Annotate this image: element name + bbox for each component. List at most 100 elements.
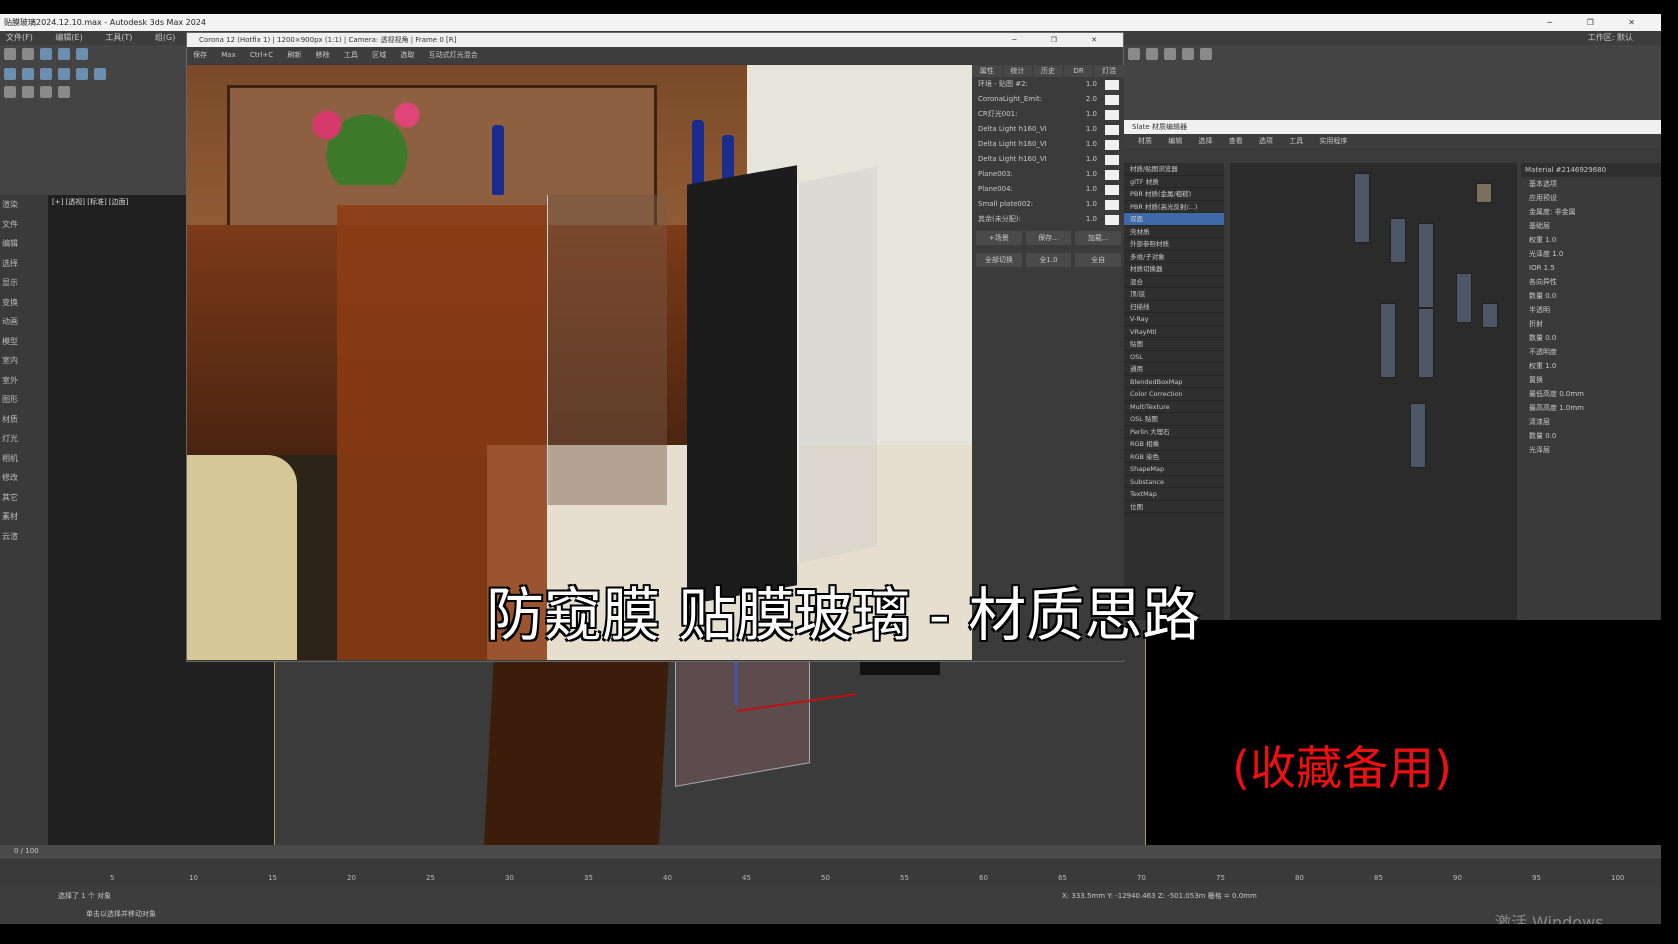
utilities-icon[interactable] [94, 68, 106, 80]
property-row[interactable]: 基础层 [1525, 219, 1661, 233]
render-max-button[interactable]: Max [221, 51, 235, 59]
material-node[interactable] [1410, 403, 1426, 468]
tab-stats[interactable]: 统计 [1002, 65, 1033, 77]
material-tool-icon[interactable] [1146, 48, 1158, 60]
material-node[interactable] [1390, 218, 1406, 263]
render-window-controls[interactable]: ─ ❐ ✕ [1012, 33, 1113, 47]
sidebar-item[interactable]: 渲染 [0, 195, 48, 215]
property-row[interactable]: 半透明 [1525, 303, 1661, 317]
light-value[interactable]: 1.0 [1086, 152, 1097, 167]
sidebar-item[interactable]: 相机 [0, 449, 48, 469]
property-row[interactable]: 光泽层 [1525, 443, 1661, 457]
lightmix-row[interactable]: 其余(未分配): 1.0 [972, 212, 1125, 227]
light-color-swatch[interactable] [1105, 215, 1119, 225]
light-color-swatch[interactable] [1105, 95, 1119, 105]
browser-item[interactable]: PBR 材质(高光反射/...) [1124, 201, 1224, 213]
tool-icon[interactable] [22, 86, 34, 98]
light-color-swatch[interactable] [1105, 170, 1119, 180]
light-value[interactable]: 1.0 [1086, 122, 1097, 137]
property-row[interactable]: 不透明度 [1525, 345, 1661, 359]
property-row[interactable]: 清漆层 [1525, 415, 1661, 429]
light-value[interactable]: 2.0 [1086, 92, 1097, 107]
property-row[interactable]: 最低高度 0.0mm [1525, 387, 1661, 401]
light-color-swatch[interactable] [1105, 200, 1119, 210]
browser-item[interactable]: 混合 [1124, 276, 1224, 288]
browser-item[interactable]: 贴图 [1124, 338, 1224, 351]
menu-file[interactable]: 文件(F) [6, 33, 33, 42]
browser-item[interactable]: glTF 材质 [1124, 176, 1224, 188]
browser-item[interactable]: VRayMtl [1124, 326, 1224, 338]
property-row[interactable]: 金属度: 非金属 [1525, 205, 1661, 219]
browser-item[interactable]: 多维/子对象 [1124, 251, 1224, 263]
save-lightmix-button[interactable]: 保存... [1025, 231, 1072, 245]
tab-history[interactable]: 历史 [1033, 65, 1063, 77]
select-icon[interactable] [76, 48, 88, 60]
light-value[interactable]: 1.0 [1086, 137, 1097, 152]
property-row[interactable]: 权重 1.0 [1525, 233, 1661, 247]
light-color-swatch[interactable] [1105, 125, 1119, 135]
property-row[interactable]: IOR 1.5 [1525, 261, 1661, 275]
sidebar-item[interactable]: 灯光 [0, 429, 48, 449]
browser-item[interactable]: RGB 相乘 [1124, 438, 1224, 451]
display-icon[interactable] [76, 68, 88, 80]
node-graph-view[interactable] [1230, 163, 1517, 620]
all-one-button[interactable]: 全1.0 [1025, 253, 1072, 267]
me-menu-options[interactable]: 选项 [1259, 137, 1273, 145]
undo-icon[interactable] [4, 48, 16, 60]
property-row[interactable]: 应用预设 [1525, 191, 1661, 205]
tool-icon[interactable] [58, 86, 70, 98]
browser-item[interactable]: 扫描线 [1124, 301, 1224, 313]
me-menu-material[interactable]: 材质 [1138, 137, 1152, 145]
browser-item[interactable]: RGB 染色 [1124, 451, 1224, 463]
me-menu-view[interactable]: 查看 [1229, 137, 1243, 145]
sidebar-item[interactable]: 显示 [0, 273, 48, 293]
tab-properties[interactable]: 属性 [972, 65, 1002, 77]
hierarchy-icon[interactable] [40, 68, 52, 80]
sidebar-item[interactable]: 选择 [0, 254, 48, 274]
material-node[interactable] [1380, 303, 1396, 378]
browser-item[interactable]: 材质/贴图浏览器 [1124, 163, 1224, 176]
timeline-ruler[interactable]: 5 10 15 20 25 30 35 40 45 50 55 60 65 70 75 80 85 90 95 100 [0, 857, 1661, 887]
tab-lightmix[interactable]: 灯混 [1094, 65, 1124, 77]
light-value[interactable]: 1.0 [1086, 167, 1097, 182]
material-node[interactable] [1418, 223, 1434, 308]
material-node[interactable] [1482, 303, 1498, 328]
tool-icon[interactable] [4, 86, 16, 98]
property-row[interactable]: 置换 [1525, 373, 1661, 387]
render-remove-button[interactable]: 移除 [316, 51, 330, 59]
browser-item[interactable]: OSL [1124, 351, 1224, 363]
me-menu-tools[interactable]: 工具 [1289, 137, 1303, 145]
motion-icon[interactable] [58, 68, 70, 80]
browser-item[interactable]: V-Ray [1124, 313, 1224, 326]
browser-item[interactable]: ShapeMap [1124, 463, 1224, 476]
lightmix-row[interactable]: Plane004: 1.0 [972, 182, 1125, 197]
material-node[interactable] [1456, 273, 1472, 323]
render-copy-button[interactable]: Ctrl+C [250, 51, 273, 59]
sidebar-item[interactable]: 素材 [0, 507, 48, 527]
render-refresh-button[interactable]: 刷新 [287, 51, 301, 59]
light-value[interactable]: 1.0 [1086, 107, 1097, 122]
unlink-icon[interactable] [58, 48, 70, 60]
light-value[interactable]: 1.0 [1086, 197, 1097, 212]
browser-item[interactable]: 双面 [1124, 213, 1224, 226]
lightmix-row[interactable]: CR灯光001: 1.0 [972, 107, 1125, 122]
render-pick-button[interactable]: 选取 [400, 51, 414, 59]
browser-item[interactable]: 位图 [1124, 501, 1224, 513]
time-slider[interactable]: 0 / 100 [0, 845, 1661, 857]
sidebar-item[interactable]: 修改 [0, 468, 48, 488]
browser-item[interactable]: 顶/底 [1124, 288, 1224, 301]
modify-icon[interactable] [22, 68, 34, 80]
material-tool-icon[interactable] [1200, 48, 1212, 60]
property-row[interactable]: 数量 0.0 [1525, 429, 1661, 443]
sidebar-item[interactable]: 图形 [0, 390, 48, 410]
browser-item[interactable]: 通用 [1124, 363, 1224, 376]
viewport-label[interactable]: [+] [透视] [标准] [边面] [52, 197, 128, 207]
light-color-swatch[interactable] [1105, 185, 1119, 195]
property-row[interactable]: 数量 0.0 [1525, 289, 1661, 303]
all-white-button[interactable]: 全自 [1075, 253, 1122, 267]
light-value[interactable]: 1.0 [1086, 212, 1097, 227]
sidebar-item[interactable]: 云渲 [0, 527, 48, 547]
material-node[interactable] [1418, 308, 1434, 378]
light-color-swatch[interactable] [1105, 110, 1119, 120]
render-save-button[interactable]: 保存 [193, 51, 207, 59]
